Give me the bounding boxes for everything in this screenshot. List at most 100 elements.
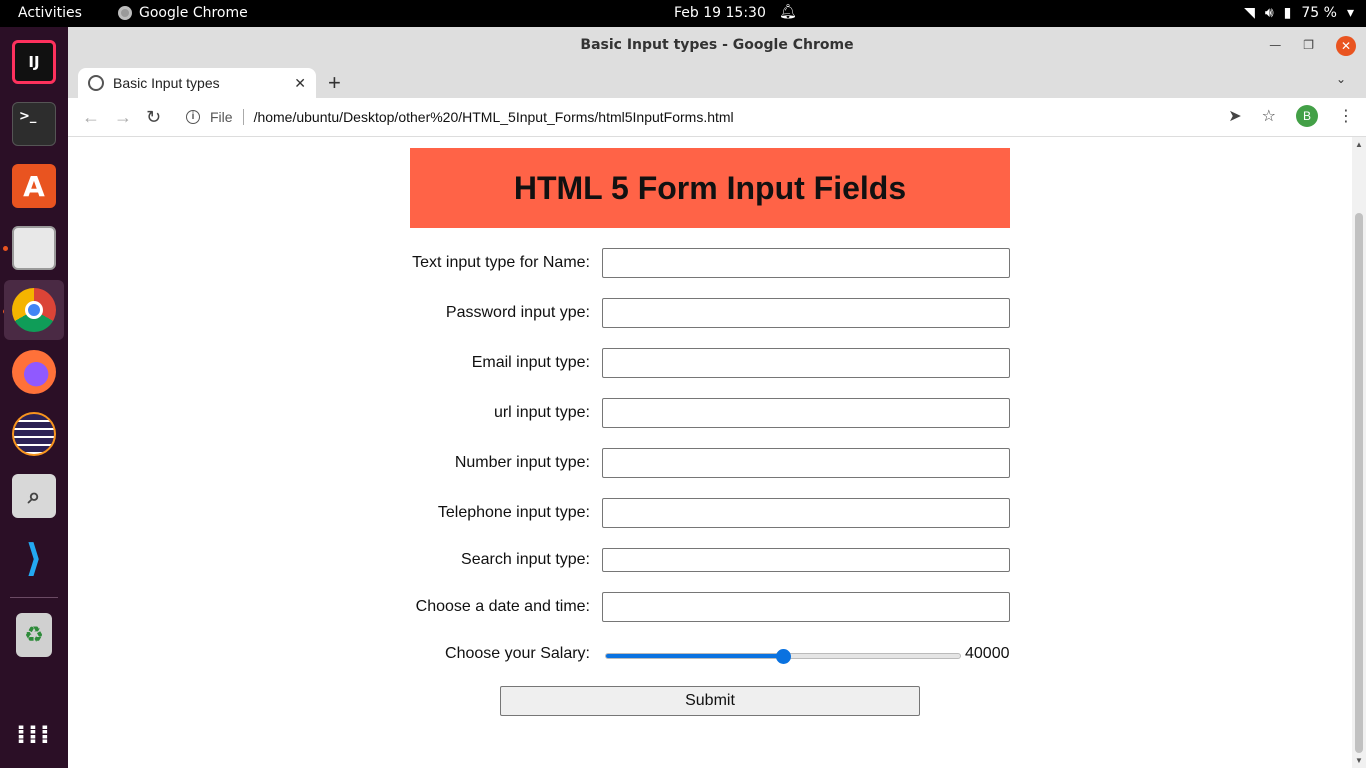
alarm-icon: 🔔︎ <box>779 4 797 20</box>
app-grid-icon: ⁞⁞⁞ <box>16 720 52 750</box>
dock-software[interactable]: A <box>4 156 64 216</box>
dock-vscode[interactable]: ⟩ <box>4 528 64 588</box>
submit-button[interactable]: Submit <box>500 686 920 716</box>
globe-icon <box>88 75 104 91</box>
system-top-bar: Activities Google Chrome Feb 19 15:30 🔔︎… <box>0 0 1366 27</box>
name-row: Text input type for Name: <box>410 248 1010 278</box>
search-row: Search input type: <box>410 545 1010 575</box>
datetime-row: Choose a date and time: <box>410 592 1010 622</box>
bookmark-star-icon[interactable]: ☆ <box>1262 106 1276 126</box>
datetime-label: Choose a date and time: <box>415 598 590 615</box>
tab-strip: Basic Input types ✕ + ⌄ <box>68 64 1366 98</box>
dock-chrome[interactable] <box>4 280 64 340</box>
toolbar: ← → ↻ i File /home/ubuntu/Desktop/other%… <box>68 98 1366 137</box>
kebab-menu-icon[interactable]: ⋮ <box>1338 106 1354 126</box>
chevron-down-icon: ▾ <box>1346 5 1354 21</box>
chrome-icon <box>118 6 132 20</box>
close-tab-icon[interactable]: ✕ <box>294 75 306 92</box>
dock-intellij[interactable]: IJ <box>4 32 64 92</box>
window-titlebar[interactable]: Basic Input types - Google Chrome — ❐ ✕ <box>68 27 1366 64</box>
name-input[interactable] <box>602 248 1010 278</box>
email-input[interactable] <box>602 348 1010 378</box>
maximize-button[interactable]: ❐ <box>1303 27 1314 64</box>
scheme-label: File <box>210 109 233 125</box>
tab-basic-input-types[interactable]: Basic Input types ✕ <box>78 68 316 98</box>
chrome-icon <box>12 288 56 332</box>
salary-slider[interactable] <box>605 649 961 664</box>
salary-slider-fill <box>606 654 783 658</box>
number-label: Number input type: <box>454 454 590 471</box>
dock: IJ >_ A ⌕ ⟩ ♻ ⁞⁞⁞ <box>0 27 68 768</box>
number-row: Number input type: <box>410 448 1010 478</box>
salary-slider-handle[interactable] <box>776 649 791 664</box>
firefox-icon <box>12 350 56 394</box>
dock-trash[interactable]: ♻ <box>4 605 64 665</box>
terminal-icon: >_ <box>12 102 56 146</box>
search-input[interactable] <box>602 548 1010 572</box>
back-button[interactable]: ← <box>82 107 100 128</box>
forward-button[interactable]: → <box>114 107 132 128</box>
send-icon[interactable]: ➤ <box>1228 106 1241 126</box>
tab-title: Basic Input types <box>113 75 220 91</box>
email-row: Email input type: <box>410 348 1010 378</box>
show-applications-button[interactable]: ⁞⁞⁞ <box>4 705 64 765</box>
password-input[interactable] <box>602 298 1010 328</box>
form-header: HTML 5 Form Input Fields <box>410 148 1010 228</box>
chrome-window: Basic Input types - Google Chrome — ❐ ✕ … <box>68 27 1366 768</box>
page-content: HTML 5 Form Input Fields Text input type… <box>68 137 1352 768</box>
magnifier-icon: ⌕ <box>12 474 56 518</box>
scroll-up-icon[interactable]: ▲ <box>1355 140 1363 149</box>
volume-icon: 🔊︎ <box>1264 5 1274 21</box>
salary-row: Choose your Salary: 40000 <box>410 639 1010 669</box>
salary-label: Choose your Salary: <box>445 645 590 662</box>
close-window-button[interactable]: ✕ <box>1336 35 1356 56</box>
dock-files[interactable] <box>4 218 64 278</box>
scrollbar-thumb[interactable] <box>1355 213 1363 753</box>
files-icon <box>12 226 56 270</box>
datetime-input[interactable] <box>602 592 1010 622</box>
battery-icon: ▮ <box>1283 5 1292 21</box>
new-tab-button[interactable]: + <box>328 70 341 96</box>
profile-avatar[interactable]: B <box>1296 105 1318 127</box>
intellij-icon: IJ <box>12 40 56 84</box>
dock-terminal[interactable]: >_ <box>4 94 64 154</box>
url-label: url input type: <box>493 404 590 421</box>
divider <box>242 109 244 125</box>
page-title: HTML 5 Form Input Fields <box>513 169 907 206</box>
dock-eclipse[interactable] <box>4 404 64 464</box>
eclipse-icon <box>12 412 56 456</box>
dock-separator <box>10 597 58 598</box>
clock[interactable]: Feb 19 15:30 <box>674 5 766 21</box>
scroll-down-icon[interactable]: ▼ <box>1355 756 1363 765</box>
minimize-button[interactable]: — <box>1269 27 1281 64</box>
activities-button[interactable]: Activities <box>18 5 82 21</box>
window-title: Basic Input types - Google Chrome <box>580 37 854 53</box>
salary-value: 40000 <box>965 645 1010 662</box>
telephone-label: Telephone input type: <box>437 504 590 521</box>
dock-firefox[interactable] <box>4 342 64 402</box>
system-tray[interactable]: ◥ 🔊︎ ▮ 75 % ▾ <box>1244 5 1354 21</box>
info-icon[interactable]: i <box>186 110 200 124</box>
address-bar[interactable]: i File /home/ubuntu/Desktop/other%20/HTM… <box>178 102 1288 132</box>
name-label: Text input type for Name: <box>412 254 590 271</box>
url-input[interactable] <box>602 398 1010 428</box>
url-text: /home/ubuntu/Desktop/other%20/HTML_5Inpu… <box>253 109 734 125</box>
page-scrollbar[interactable]: ▲ ▼ <box>1352 137 1366 768</box>
app-menu[interactable]: Google Chrome <box>118 5 248 21</box>
telephone-row: Telephone input type: <box>410 498 1010 528</box>
number-input[interactable] <box>602 448 1010 478</box>
reload-button[interactable]: ↻ <box>146 107 161 128</box>
battery-percent: 75 % <box>1301 5 1337 21</box>
telephone-input[interactable] <box>602 498 1010 528</box>
input-form: HTML 5 Form Input Fields Text input type… <box>410 148 1010 716</box>
dock-image-viewer[interactable]: ⌕ <box>4 466 64 526</box>
trash-icon: ♻ <box>16 613 52 657</box>
password-label: Password input ype: <box>445 304 590 321</box>
app-menu-label: Google Chrome <box>139 5 248 21</box>
vscode-icon: ⟩ <box>25 536 43 580</box>
password-row: Password input ype: <box>410 298 1010 328</box>
tab-search-button[interactable]: ⌄ <box>1336 72 1346 86</box>
search-label: Search input type: <box>461 551 590 568</box>
wifi-icon: ◥ <box>1244 5 1255 21</box>
email-label: Email input type: <box>471 354 590 371</box>
